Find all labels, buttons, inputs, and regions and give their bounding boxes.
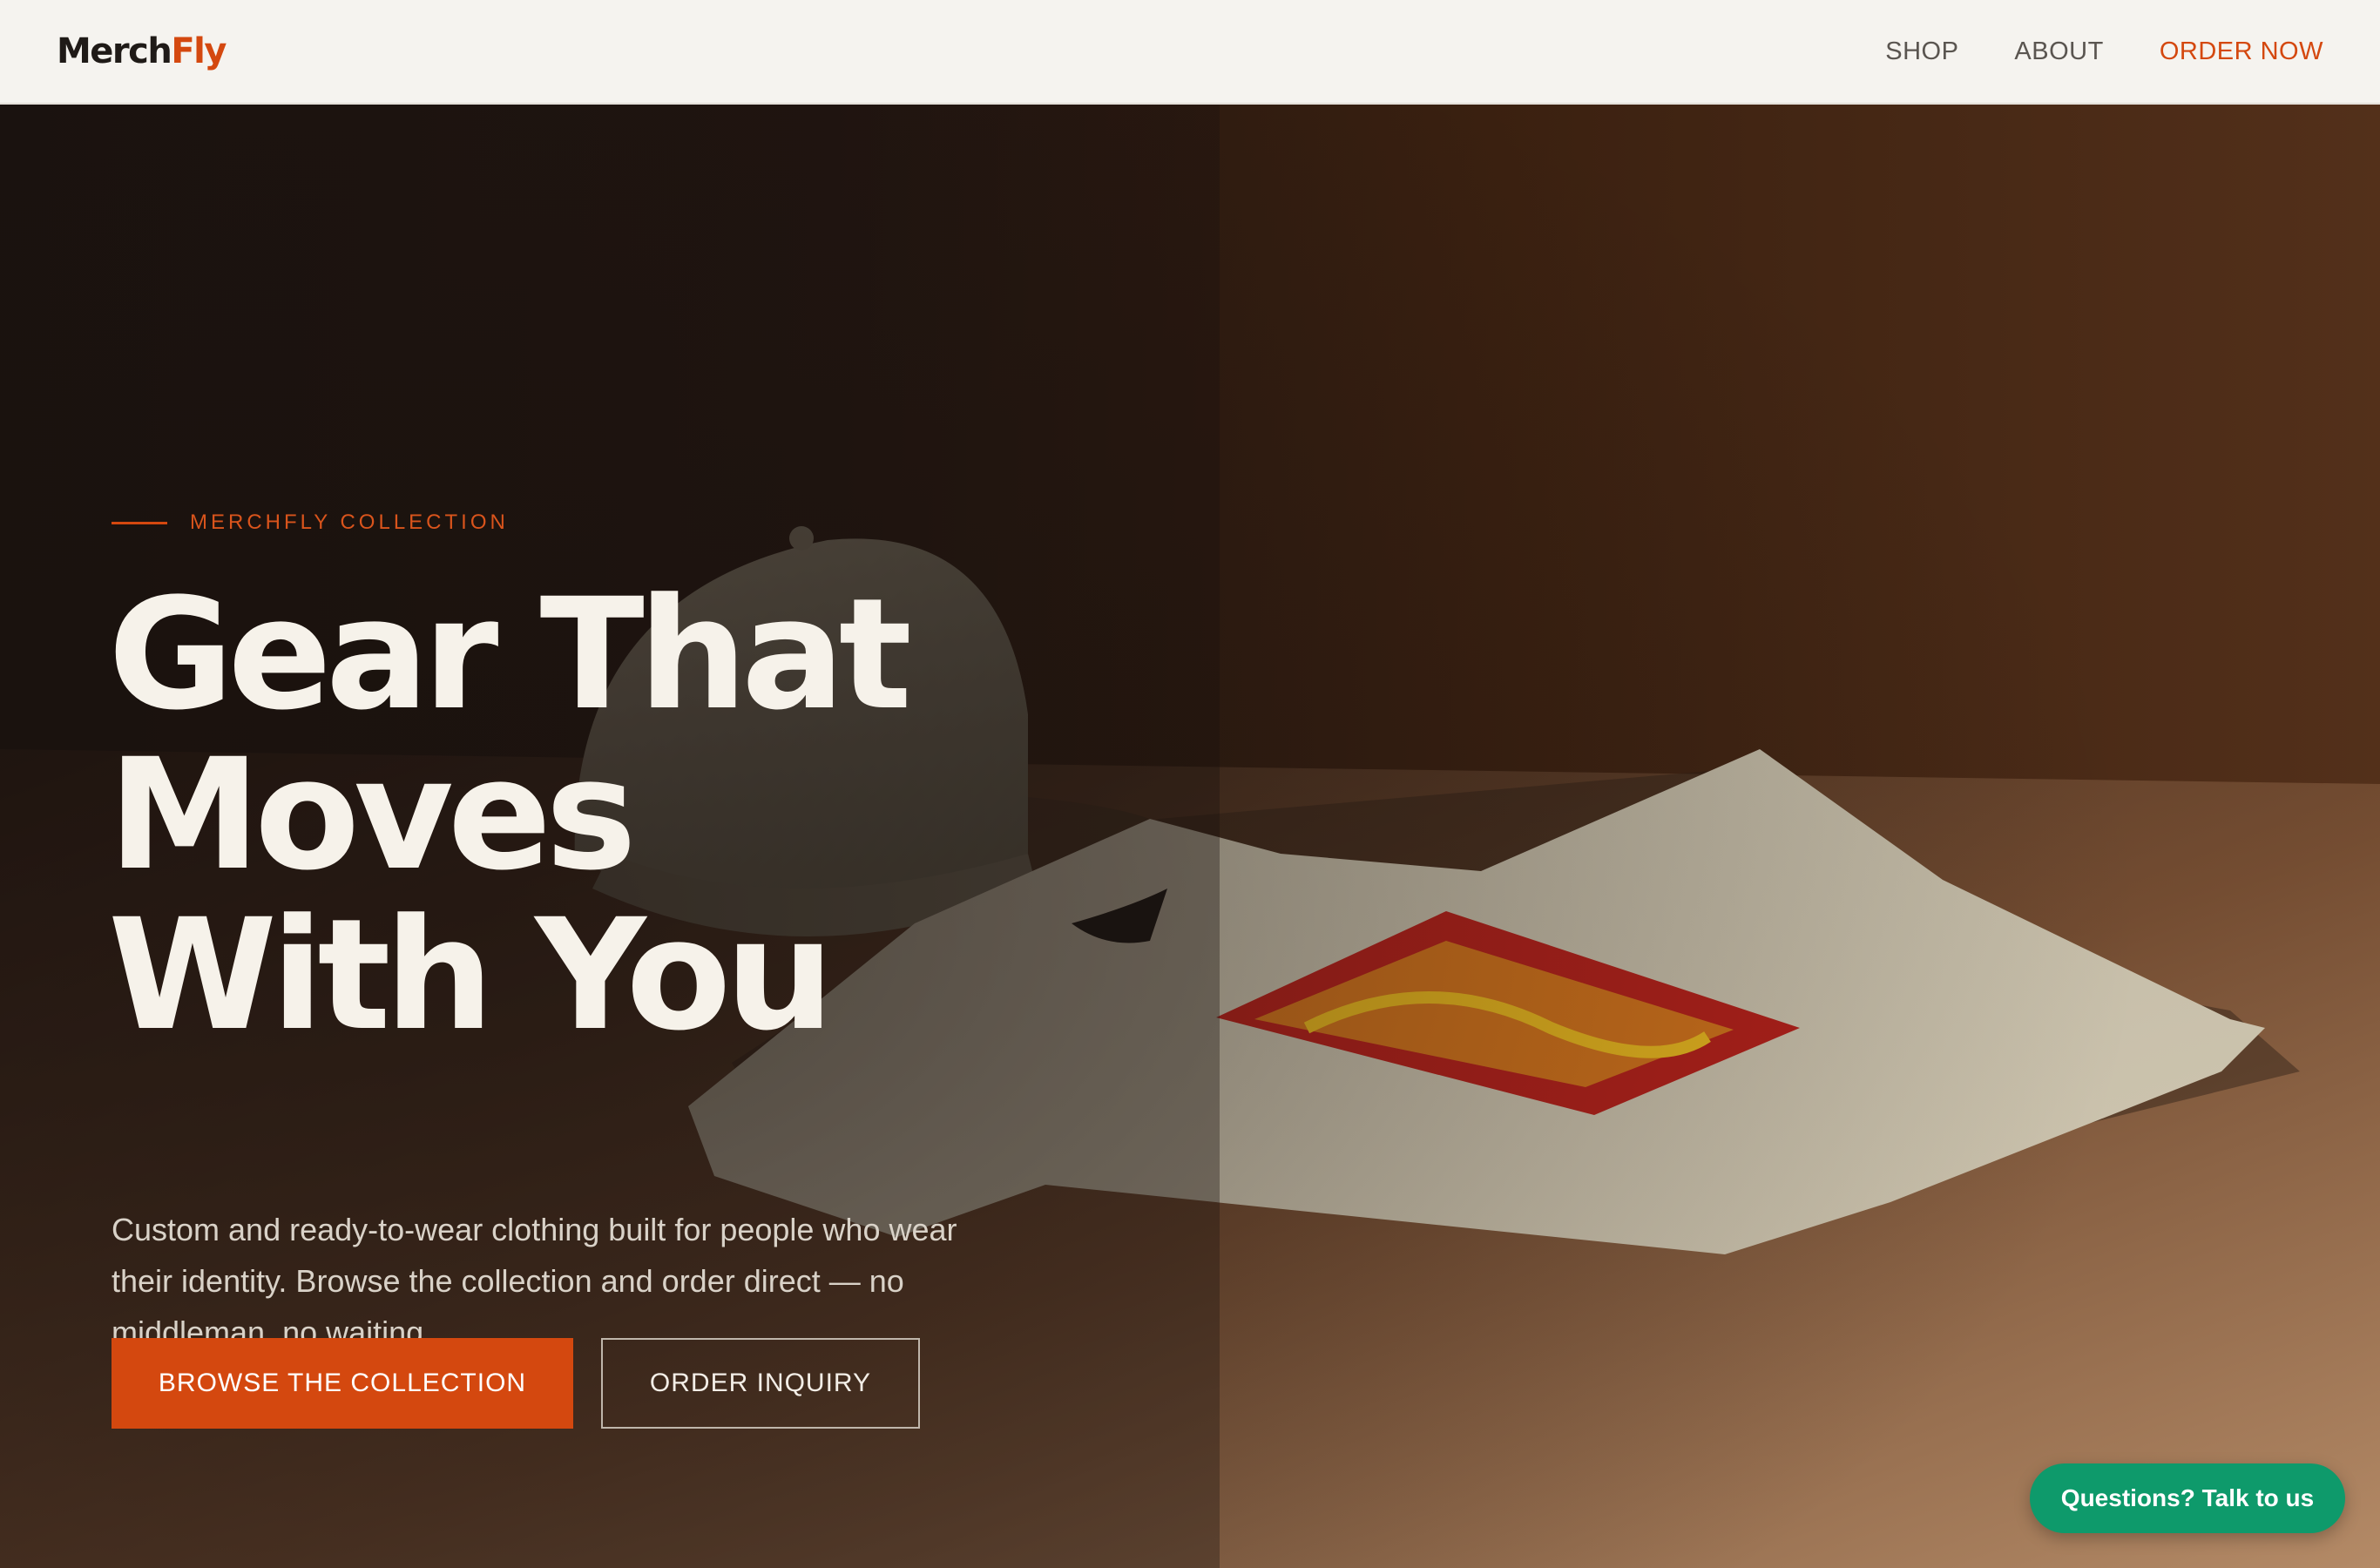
nav-link-about[interactable]: ABOUT (2014, 37, 2103, 66)
hero-eyebrow: MERCHFLY COLLECTION (112, 510, 509, 535)
headline-line-3: With You (108, 886, 835, 1064)
chat-support-button[interactable]: Questions? Talk to us (2030, 1463, 2345, 1533)
site-header: Merch Fly SHOP ABOUT ORDER NOW (0, 0, 2380, 104)
browse-collection-button[interactable]: BROWSE THE COLLECTION (112, 1338, 573, 1429)
brand-name-primary: Merch (57, 31, 172, 71)
eyebrow-label: MERCHFLY COLLECTION (190, 510, 509, 534)
eyebrow-divider (112, 521, 167, 524)
order-inquiry-button[interactable]: ORDER INQUIRY (601, 1338, 920, 1429)
nav-link-order-now[interactable]: ORDER NOW (2160, 37, 2323, 66)
hero-subcopy: Custom and ready-to-wear clothing built … (112, 1212, 957, 1350)
main-nav: SHOP ABOUT ORDER NOW (1885, 37, 2323, 66)
brand-name-accent: Fly (171, 31, 227, 71)
nav-link-shop[interactable]: SHOP (1885, 37, 1958, 66)
headline-line-1: Gear That (108, 565, 912, 744)
headline-line-2: Moves (108, 726, 637, 904)
hero-headline: Gear That Moves With You (108, 575, 1066, 1056)
brand-logo[interactable]: Merch Fly (57, 31, 227, 71)
